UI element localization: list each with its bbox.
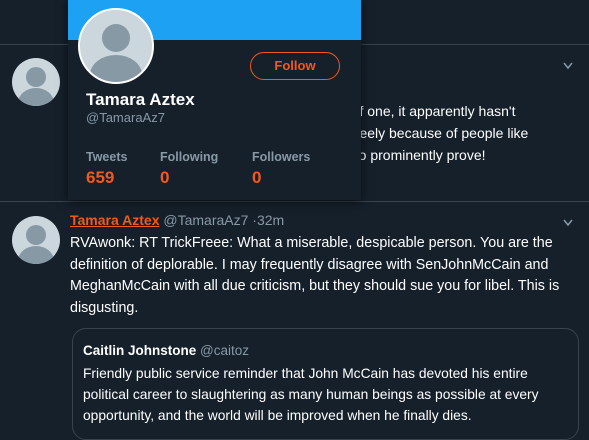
quoted-line: political career to slaughtering as many… — [83, 387, 539, 402]
chevron-down-icon[interactable] — [563, 62, 573, 72]
chevron-down-icon[interactable] — [563, 219, 573, 229]
tweet-2-header: Tamara Aztex @TamaraAz7 ·32m — [70, 212, 284, 228]
quoted-line: opportunity, and the world will be impro… — [83, 408, 472, 423]
author-name-link[interactable]: Tamara Aztex — [70, 212, 159, 228]
profile-hover-card: Follow Tamara Aztex @TamaraAz7 Tweets 65… — [68, 0, 361, 200]
tweet-timestamp[interactable]: 32m — [257, 212, 284, 228]
quoted-author-name: Caitlin Johnstone — [83, 343, 197, 358]
quoted-tweet-header: Caitlin Johnstone @caitoz — [83, 343, 249, 358]
tweet-2-text: RVAwonk: RT TrickFreee: What a miserable… — [70, 233, 575, 319]
stat-value-following[interactable]: 0 — [160, 168, 169, 188]
quoted-author-handle: @caitoz — [200, 343, 250, 358]
tweet-1-line: s freely because of people like — [340, 125, 529, 141]
default-avatar-icon[interactable] — [12, 58, 60, 106]
stat-label-tweets[interactable]: Tweets — [86, 150, 127, 164]
stat-value-followers[interactable]: 0 — [252, 168, 261, 188]
quoted-tweet-text: Friendly public service reminder that Jo… — [83, 363, 573, 426]
tweet-1-line: d of one, it apparently hasn't — [340, 103, 516, 119]
profile-handle[interactable]: @TamaraAz7 — [86, 110, 165, 125]
default-avatar-icon[interactable] — [12, 216, 60, 264]
profile-name[interactable]: Tamara Aztex — [86, 90, 195, 110]
stat-value-tweets[interactable]: 659 — [86, 168, 114, 188]
stat-label-followers[interactable]: Followers — [252, 150, 310, 164]
quoted-line: Friendly public service reminder that Jo… — [83, 366, 528, 381]
tweet-2-line: definition of deplorable. I may frequent… — [70, 256, 549, 273]
tweet-2-line: disgusting. — [70, 299, 139, 316]
quoted-tweet[interactable]: Caitlin Johnstone @caitoz Friendly publi… — [72, 328, 579, 440]
profile-avatar[interactable] — [78, 8, 154, 84]
tweet-2-line: RVAwonk: RT TrickFreee: What a miserable… — [70, 235, 553, 251]
author-handle[interactable]: @TamaraAz7 — [163, 212, 248, 228]
stat-label-following[interactable]: Following — [160, 150, 218, 164]
tweet-2-line: MeghanMcCain with all due criticism, but… — [70, 278, 560, 294]
tweet-1-line: u so prominently prove! — [340, 147, 486, 163]
follow-button[interactable]: Follow — [250, 52, 340, 80]
timeline-divider — [0, 201, 589, 202]
tweet-1-text: d of one, it apparently hasn't s freely … — [340, 100, 580, 166]
